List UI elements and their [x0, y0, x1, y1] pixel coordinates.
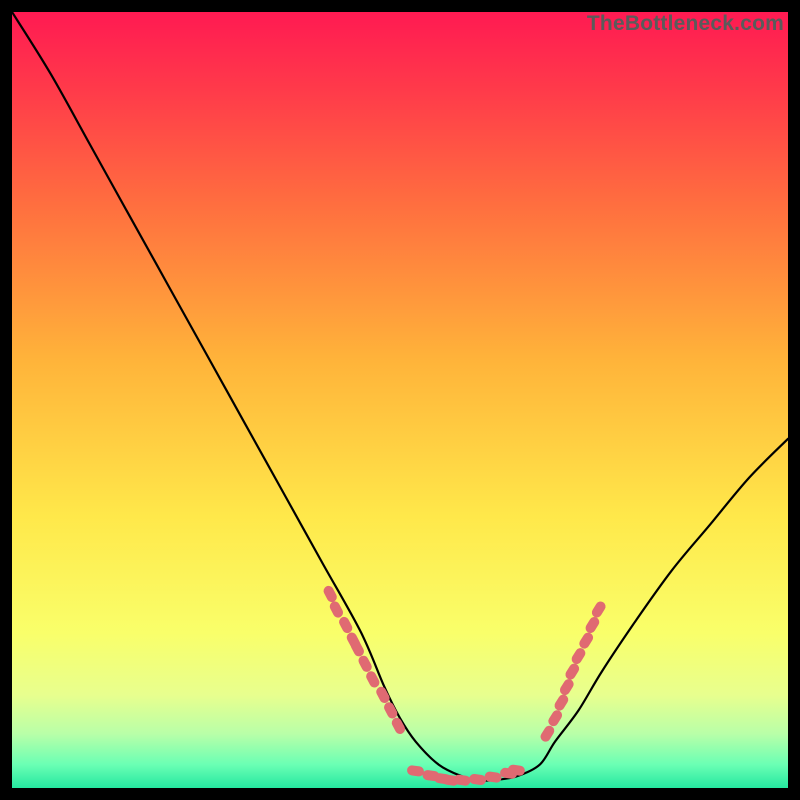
data-dots-bottom [407, 765, 525, 786]
bottleneck-curve [12, 12, 788, 781]
plot-area: TheBottleneck.com [12, 12, 788, 788]
data-dots-left [322, 585, 406, 735]
chart-overlay-svg [12, 12, 788, 788]
data-dots-right [539, 600, 606, 743]
chart-frame: TheBottleneck.com [0, 0, 800, 800]
